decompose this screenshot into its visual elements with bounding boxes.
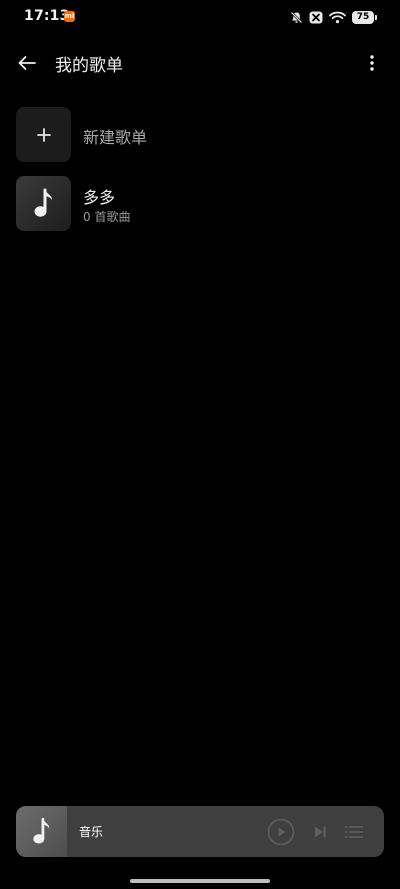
page-title: 我的歌单 <box>55 56 123 76</box>
playlist-song-count: 0 首歌曲 <box>83 210 131 224</box>
playlist-item[interactable]: 多多 0 首歌曲 <box>16 176 384 232</box>
playlist-cover <box>16 176 71 231</box>
arrow-left-icon <box>18 56 36 70</box>
header: 我的歌单 <box>0 40 400 84</box>
status-bar: 17:13 mi 75 <box>0 0 400 34</box>
playlist-queue-button[interactable] <box>343 821 365 843</box>
music-note-icon <box>34 188 52 217</box>
x-badge-icon <box>309 11 323 23</box>
play-icon <box>267 818 295 846</box>
battery-icon: 75 <box>352 10 377 24</box>
mi-app-icon: mi <box>64 11 75 22</box>
next-button[interactable] <box>309 821 331 843</box>
status-icons: 75 <box>290 9 377 25</box>
playlist-name: 多多 <box>83 188 116 207</box>
back-button[interactable] <box>12 48 42 78</box>
more-button[interactable] <box>362 48 382 78</box>
more-vertical-icon <box>370 55 374 71</box>
play-button[interactable] <box>267 818 295 846</box>
create-playlist-button[interactable]: 新建歌单 <box>16 107 384 163</box>
skip-next-icon <box>315 826 326 838</box>
mini-player-title: 音乐 <box>79 825 104 839</box>
mini-player-cover <box>16 806 67 857</box>
mini-player[interactable]: 音乐 <box>16 806 384 857</box>
plus-icon <box>36 127 51 142</box>
playlist-icon <box>345 826 363 838</box>
home-indicator[interactable] <box>130 879 270 883</box>
status-time: 17:13 <box>24 8 70 24</box>
create-playlist-label: 新建歌单 <box>83 128 148 147</box>
create-playlist-thumb <box>16 107 71 162</box>
bell-muted-icon <box>290 11 303 23</box>
wifi-icon <box>329 11 346 23</box>
music-note-icon <box>32 817 49 844</box>
